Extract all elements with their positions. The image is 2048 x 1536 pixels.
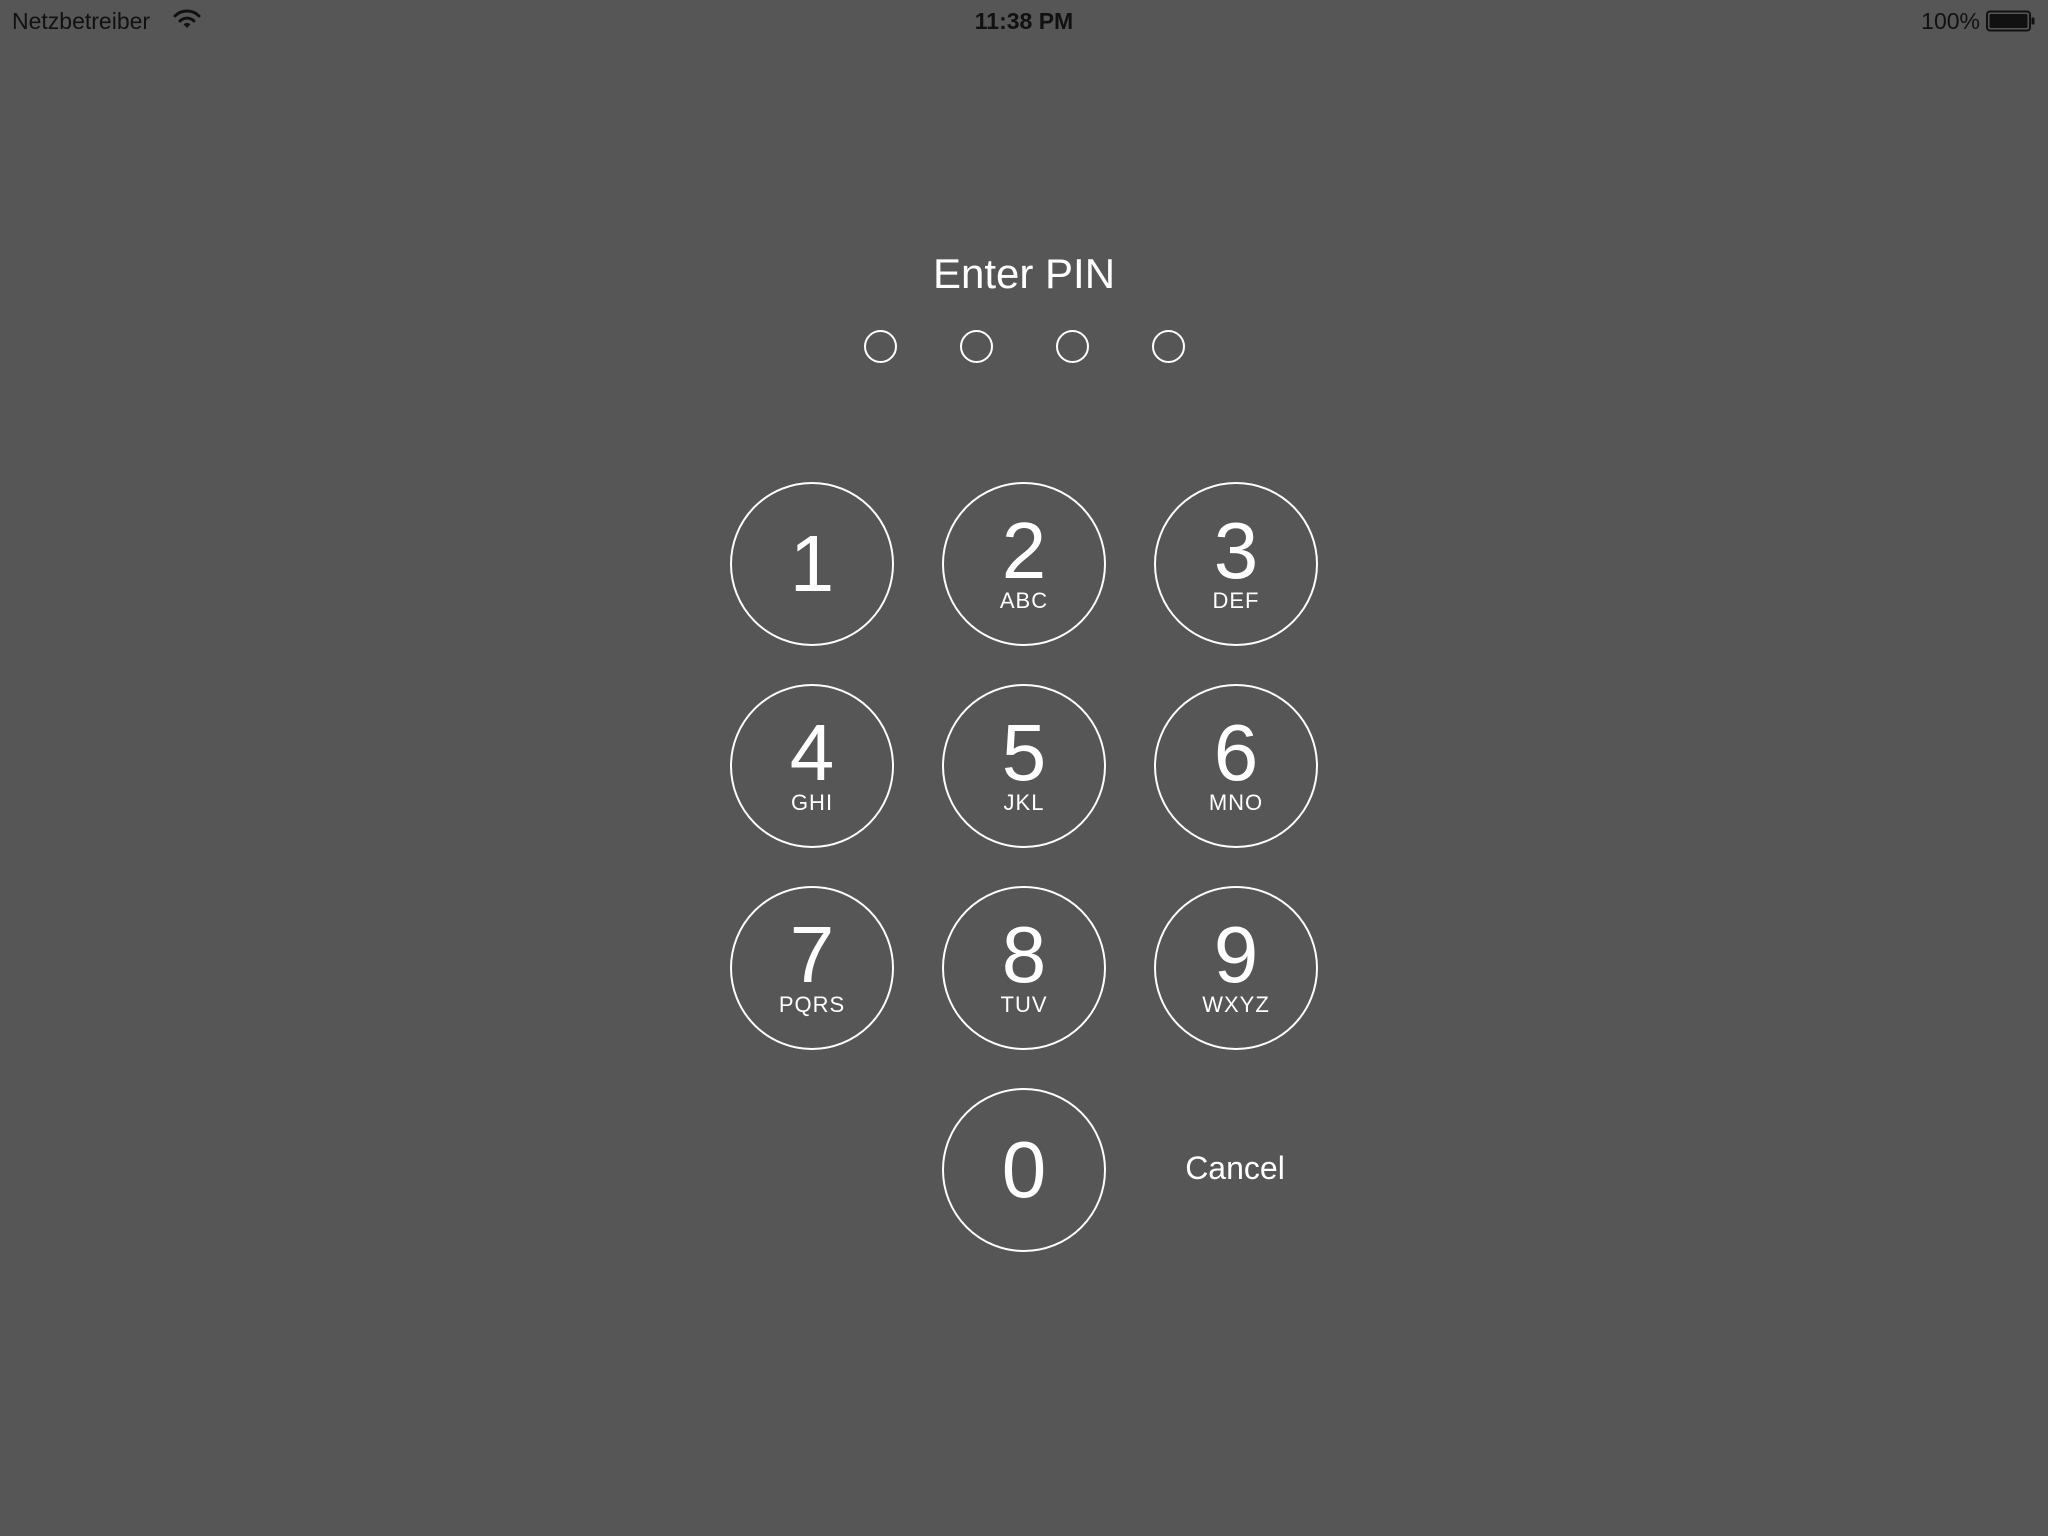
key-0[interactable]: 0 — [942, 1088, 1106, 1252]
key-letters: TUV — [1000, 992, 1048, 1017]
pin-indicator — [0, 330, 2048, 363]
pin-dot — [960, 330, 993, 363]
key-letters: WXYZ — [1202, 992, 1270, 1017]
key-digit: 1 — [789, 519, 835, 608]
key-digit: 0 — [1001, 1125, 1047, 1214]
cancel-button[interactable]: Cancel — [1155, 1146, 1315, 1190]
key-8[interactable]: 8 TUV — [942, 886, 1106, 1050]
key-digit: 8 — [1001, 910, 1047, 999]
key-digit: 6 — [1213, 708, 1259, 797]
key-digit: 3 — [1213, 506, 1259, 595]
key-digit: 7 — [789, 910, 835, 999]
pin-dot — [864, 330, 897, 363]
pin-dot — [1056, 330, 1089, 363]
key-3[interactable]: 3 DEF — [1154, 482, 1318, 646]
key-letters: ABC — [999, 588, 1049, 613]
key-9[interactable]: 9 WXYZ — [1154, 886, 1318, 1050]
key-7[interactable]: 7 PQRS — [730, 886, 894, 1050]
key-2[interactable]: 2 ABC — [942, 482, 1106, 646]
key-1[interactable]: 1 — [730, 482, 894, 646]
key-4[interactable]: 4 GHI — [730, 684, 894, 848]
key-letters: GHI — [790, 790, 834, 815]
key-6[interactable]: 6 MNO — [1154, 684, 1318, 848]
key-5[interactable]: 5 JKL — [942, 684, 1106, 848]
key-digit: 4 — [789, 708, 835, 797]
key-digit: 2 — [1001, 506, 1047, 595]
battery-percent: 100% — [1921, 8, 1980, 34]
key-letters: JKL — [1003, 790, 1045, 815]
pin-dot — [1152, 330, 1185, 363]
status-time: 11:38 PM — [974, 8, 1074, 34]
status-bar: Netzbetreiber 11:38 PM 100% — [0, 0, 2048, 42]
key-letters: DEF — [1212, 588, 1260, 613]
key-digit: 5 — [1001, 708, 1047, 797]
battery-icon — [1986, 10, 2035, 32]
key-letters: PQRS — [778, 992, 846, 1017]
key-digit: 9 — [1213, 910, 1259, 999]
enter-pin-title: Enter PIN — [932, 250, 1116, 297]
key-letters: MNO — [1208, 790, 1264, 815]
